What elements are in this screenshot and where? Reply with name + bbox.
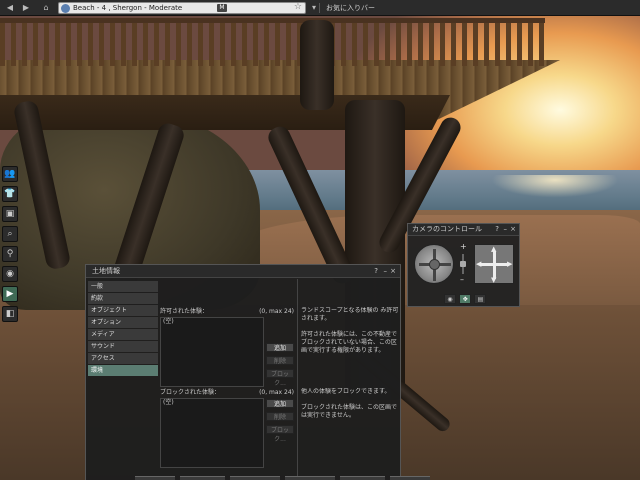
- arrow-right-icon[interactable]: ▶: [507, 261, 512, 268]
- blocked-add-button[interactable]: 追加: [266, 399, 294, 408]
- blocked-experiences-list[interactable]: (空): [160, 398, 264, 468]
- orbit-control[interactable]: [414, 244, 454, 284]
- allowed-experiences-list[interactable]: (空): [160, 317, 264, 387]
- pan-arm: [493, 251, 496, 279]
- land-window-title: 土地情報: [92, 267, 120, 275]
- toolbar-button[interactable]: [230, 476, 280, 480]
- list-item: (空): [163, 318, 174, 325]
- allowed-experiences-label: 許可された体験：: [160, 308, 209, 315]
- list-item: (空): [163, 399, 174, 406]
- pan-control[interactable]: ▲ ▼ ◀ ▶: [474, 244, 514, 284]
- camera-mode-buttons: ◉ ✥ ▤: [444, 294, 487, 304]
- allowed-add-button[interactable]: 追加: [266, 343, 294, 352]
- tab-experiences[interactable]: 環境: [88, 365, 158, 376]
- camera-controls-window: カメラのコントロール ? – × + – ▲ ▼ ◀ ▶ ◉ ✥ ▤: [407, 223, 520, 307]
- sun-reflection: [470, 175, 640, 215]
- camera-window-title: カメラのコントロール: [412, 225, 482, 233]
- help-icon[interactable]: ?: [495, 224, 499, 235]
- blocked-block-button[interactable]: ブロック...: [266, 425, 294, 443]
- places-icon[interactable]: ⚲: [2, 246, 18, 262]
- camera-controls-icon[interactable]: ▶: [2, 286, 18, 302]
- browser-toolbar: ◀ ▶ ⌂ Beach - 4 , Shergon - Moderate M ☆…: [0, 0, 640, 16]
- zoom-in-button[interactable]: +: [460, 243, 468, 251]
- arrow-down-icon[interactable]: ▼: [491, 277, 496, 284]
- back-icon[interactable]: ◀: [4, 2, 16, 14]
- appearance-icon[interactable]: 👕: [2, 186, 18, 202]
- left-toolbar: 👥 👕 ▣ ⌕ ⚲ ◉ ▶ ◧: [2, 166, 18, 326]
- minimize-icon[interactable]: –: [504, 224, 508, 235]
- forward-icon[interactable]: ▶: [20, 2, 32, 14]
- allowed-desc-line: ランドスコープとなる体験の み許可されます。: [301, 307, 399, 322]
- search-icon[interactable]: ⌕: [2, 226, 18, 242]
- toolbar-divider: [319, 3, 320, 13]
- tree-trunk: [300, 20, 334, 110]
- allowed-desc-line: 許可された体験には、この不動産でブロックされていない場合、この区画で実行する権限…: [301, 331, 398, 354]
- tab-sound[interactable]: サウンド: [88, 341, 158, 352]
- favorites-bar-label[interactable]: お気に入りバー: [326, 2, 375, 14]
- land-tab-list: 一般 約款 オブジェクト オプション メディア サウンド アクセス 環境: [88, 281, 158, 377]
- tab-general[interactable]: 一般: [88, 281, 158, 292]
- tab-options[interactable]: オプション: [88, 317, 158, 328]
- allowed-block-button[interactable]: ブロック...: [266, 369, 294, 387]
- toolbar-button[interactable]: [390, 476, 430, 480]
- tab-access[interactable]: アクセス: [88, 353, 158, 364]
- help-icon[interactable]: ?: [374, 265, 378, 277]
- blocked-remove-button[interactable]: 削除: [266, 412, 294, 421]
- home-icon[interactable]: ⌂: [40, 2, 52, 14]
- tab-covenant[interactable]: 約款: [88, 293, 158, 304]
- zoom-thumb[interactable]: [460, 261, 466, 267]
- blocked-desc-line: ブロックされた体験は、この区画では実行できません。: [301, 404, 398, 419]
- toolbar-button[interactable]: [180, 476, 225, 480]
- arrow-up-icon[interactable]: ▲: [491, 246, 496, 253]
- toolbar-button[interactable]: [340, 476, 385, 480]
- blocked-experiences-count: (0, max 24): [259, 389, 294, 396]
- tab-objects[interactable]: オブジェクト: [88, 305, 158, 316]
- arrow-left-icon[interactable]: ◀: [476, 261, 481, 268]
- land-window-header[interactable]: 土地情報 ? – ×: [86, 265, 400, 278]
- object-view-icon[interactable]: ✥: [459, 294, 472, 304]
- eye-icon[interactable]: ◉: [444, 294, 456, 304]
- globe-icon: [61, 4, 70, 13]
- allowed-remove-button[interactable]: 削除: [266, 356, 294, 365]
- toolbar-button[interactable]: [135, 476, 175, 480]
- location-text: Beach - 4 , Shergon - Moderate: [73, 4, 183, 12]
- zoom-out-button[interactable]: –: [460, 276, 468, 284]
- inventory-icon[interactable]: ▣: [2, 206, 18, 222]
- land-info-window: 土地情報 ? – × 一般 約款 オブジェクト オプション メディア サウンド …: [85, 264, 401, 480]
- minimize-icon[interactable]: –: [384, 265, 388, 277]
- deck-railing: [0, 18, 545, 66]
- railing-top-beam: [0, 18, 545, 23]
- camera-presets-icon[interactable]: ▤: [474, 294, 487, 304]
- tab-media[interactable]: メディア: [88, 329, 158, 340]
- star-icon[interactable]: ☆: [294, 2, 302, 12]
- camera-window-header[interactable]: カメラのコントロール ? – ×: [408, 224, 519, 236]
- address-bar[interactable]: Beach - 4 , Shergon - Moderate M ☆: [58, 2, 306, 14]
- blocked-experiences-label: ブロックされた体験：: [160, 389, 221, 396]
- orbit-hub: [429, 259, 440, 270]
- toolbar-button[interactable]: [285, 476, 335, 480]
- bottom-toolbar: [0, 476, 640, 480]
- snapshot-icon[interactable]: ◉: [2, 266, 18, 282]
- allowed-description: ランドスコープとなる体験の み許可されます。 許可された体験には、この不動産でブ…: [301, 307, 399, 383]
- column-divider: [297, 279, 298, 479]
- blocked-description: 他人の体験をブロックできます。 ブロックされた体験は、この区画では実行できません…: [301, 388, 399, 438]
- zoom-slider[interactable]: + –: [460, 243, 467, 284]
- blocked-experiences-header: ブロックされた体験： (0, max 24): [160, 388, 294, 397]
- close-icon[interactable]: ×: [510, 224, 516, 235]
- close-icon[interactable]: ×: [390, 265, 396, 277]
- maturity-rating-badge: M: [217, 4, 227, 12]
- blocked-desc-line: 他人の体験をブロックできます。: [301, 388, 391, 395]
- profile-icon[interactable]: ◧: [2, 306, 18, 322]
- allowed-experiences-count: (0, max 24): [259, 308, 294, 315]
- people-icon[interactable]: 👥: [2, 166, 18, 182]
- allowed-experiences-header: 許可された体験： (0, max 24): [160, 307, 294, 316]
